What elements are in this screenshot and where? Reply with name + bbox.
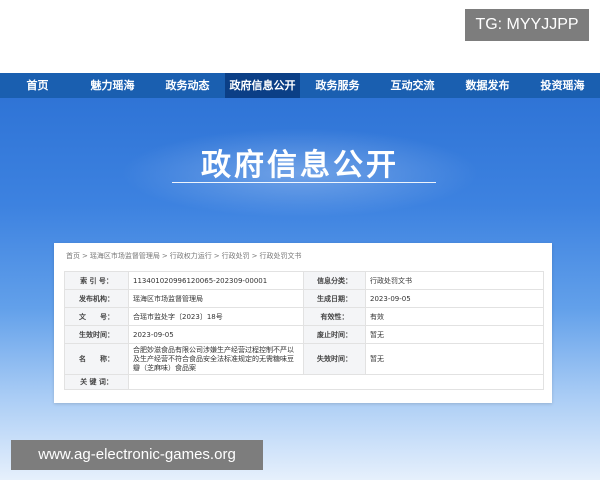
breadcrumb-admin-power[interactable]: 行政权力运行 [170, 252, 212, 260]
info-card: 首页 > 瑶海区市场监督管理局 > 行政权力运行 > 行政处罚 > 行政处罚文书 索 引 号： … [54, 243, 552, 403]
nav-home[interactable]: 首页 [0, 73, 75, 98]
keywords-label: 关 键 词： [64, 374, 129, 390]
name-label: 名 称： [64, 343, 129, 375]
breadcrumb-penalty-docs[interactable]: 行政处罚文书 [260, 252, 302, 260]
table-row: 发布机构： 瑶海区市场监督管理局 生成日期： 2023-09-05 [64, 289, 544, 308]
name-value: 合肥妙滋食品有限公司涉嫌生产经营过程控制不严以及生产经营不符合食品安全法标准规定… [128, 343, 304, 375]
abolished-date-label: 废止时间： [303, 325, 366, 344]
doc-no-label: 文 号： [64, 307, 129, 326]
breadcrumb: 首页 > 瑶海区市场监督管理局 > 行政权力运行 > 行政处罚 > 行政处罚文书 [66, 251, 302, 261]
banner-underline [172, 182, 436, 183]
nav-charm-yaohai[interactable]: 魅力瑶海 [75, 73, 150, 98]
breadcrumb-separator: > [82, 252, 88, 260]
info-table: 索 引 号： 113401020996120065-202309-00001 信… [64, 271, 544, 390]
effective-date-value: 2023-09-05 [128, 325, 304, 344]
issuer-value: 瑶海区市场监督管理局 [128, 289, 304, 308]
validity-label: 有效性： [303, 307, 366, 326]
nav-data-release[interactable]: 数据发布 [450, 73, 525, 98]
table-row: 文 号： 合瑶市监处字〔2023〕18号 有效性： 有效 [64, 307, 544, 326]
table-row: 关 键 词： [64, 374, 544, 390]
breadcrumb-separator: > [251, 252, 258, 260]
breadcrumb-home[interactable]: 首页 [66, 252, 80, 260]
table-row: 生效时间： 2023-09-05 废止时间： 暂无 [64, 325, 544, 344]
nav-interaction[interactable]: 互动交流 [375, 73, 450, 98]
category-value: 行政处罚文书 [365, 271, 544, 290]
issuer-label: 发布机构： [64, 289, 129, 308]
created-date-value: 2023-09-05 [365, 289, 544, 308]
index-no-label: 索 引 号： [64, 271, 129, 290]
breadcrumb-separator: > [213, 252, 220, 260]
abolished-date-value: 暂无 [365, 325, 544, 344]
category-label: 信息分类： [303, 271, 366, 290]
banner-title: 政府信息公开 [201, 148, 399, 183]
breadcrumb-penalty[interactable]: 行政处罚 [222, 252, 250, 260]
breadcrumb-separator: > [161, 252, 168, 260]
expiry-date-label: 失效时间： [303, 343, 366, 375]
nav-gov-services[interactable]: 政务服务 [300, 73, 375, 98]
breadcrumb-bureau[interactable]: 瑶海区市场监督管理局 [90, 252, 160, 260]
tg-tag-overlay: TG: MYYJJPP [465, 9, 589, 41]
doc-no-value: 合瑶市监处字〔2023〕18号 [128, 307, 304, 326]
table-row: 索 引 号： 113401020996120065-202309-00001 信… [64, 271, 544, 290]
validity-value: 有效 [365, 307, 544, 326]
table-row: 名 称： 合肥妙滋食品有限公司涉嫌生产经营过程控制不严以及生产经营不符合食品安全… [64, 343, 544, 375]
expiry-date-value: 暂无 [365, 343, 544, 375]
index-no-value: 113401020996120065-202309-00001 [128, 271, 304, 290]
created-date-label: 生成日期： [303, 289, 366, 308]
site-url-watermark: www.ag-electronic-games.org [11, 440, 263, 470]
nav-invest-yaohai[interactable]: 投资瑶海 [525, 73, 600, 98]
keywords-value [128, 374, 544, 390]
main-nav: 首页 魅力瑶海 政务动态 政府信息公开 政务服务 互动交流 数据发布 投资瑶海 [0, 73, 600, 98]
name-text: 合肥妙滋食品有限公司涉嫌生产经营过程控制不严以及生产经营不符合食品安全法标准规定… [133, 345, 294, 372]
nav-gov-news[interactable]: 政务动态 [150, 73, 225, 98]
effective-date-label: 生效时间： [64, 325, 129, 344]
nav-gov-info-disclosure[interactable]: 政府信息公开 [225, 73, 300, 98]
